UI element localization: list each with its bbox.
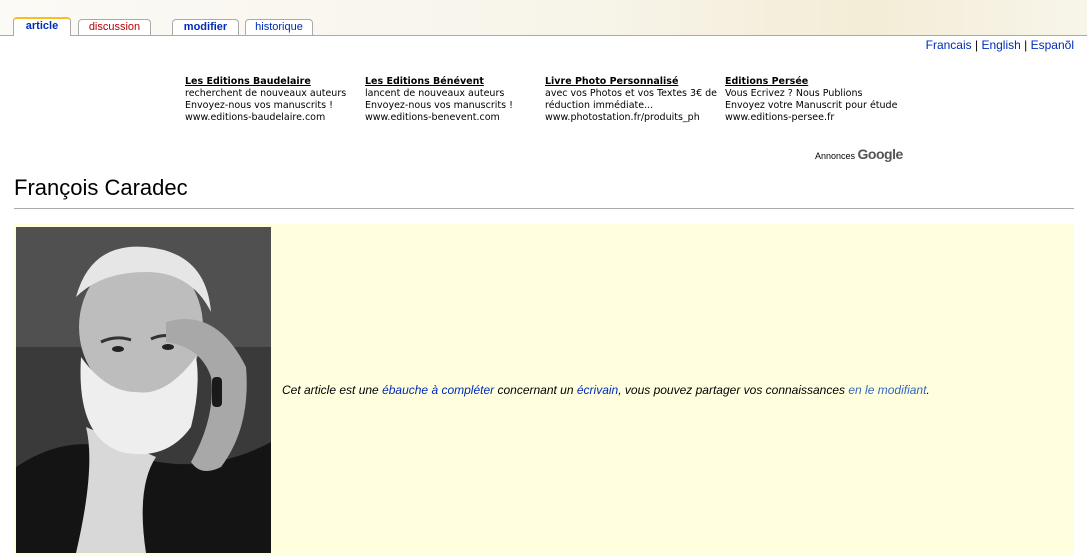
lang-separator: |: [1024, 38, 1028, 52]
ad-item[interactable]: Les Editions Bénévent lancent de nouveau…: [365, 76, 540, 124]
lang-separator: |: [974, 38, 979, 52]
ad-url[interactable]: www.editions-benevent.com: [365, 112, 540, 124]
portrait-illustration: [16, 227, 271, 553]
tabs-baseline: [0, 35, 1087, 36]
ad-title[interactable]: Livre Photo Personnalisé: [545, 76, 720, 88]
lang-link-francais[interactable]: Francais: [926, 38, 972, 52]
stub-link-modifier[interactable]: en le modifiant: [848, 383, 926, 397]
ad-text: Vous Ecrivez ? Nous Publions Envoyez vot…: [725, 88, 898, 111]
tab-modifier[interactable]: modifier: [172, 19, 239, 35]
author-portrait-image[interactable]: [16, 227, 271, 553]
lang-link-espanol[interactable]: Espanõl: [1031, 38, 1074, 52]
ad-text: avec vos Photos et vos Textes 3€ de rédu…: [545, 88, 718, 111]
stub-text-part: .: [926, 383, 930, 397]
page-title: François Caradec: [14, 175, 188, 200]
ad-url[interactable]: www.photostation.fr/produits_ph: [545, 112, 720, 124]
lang-link-english[interactable]: English: [981, 38, 1020, 52]
ad-title[interactable]: Les Editions Baudelaire: [185, 76, 360, 88]
stub-text-part: , vous pouvez partager vos connaissances: [618, 383, 849, 397]
stub-text-part: Cet article est une: [282, 383, 383, 397]
ad-title[interactable]: Les Editions Bénévent: [365, 76, 540, 88]
stub-link-ebauche[interactable]: ébauche à compléter: [382, 383, 494, 397]
ad-text: recherchent de nouveaux auteurs Envoyez-…: [185, 88, 347, 111]
ad-item[interactable]: Livre Photo Personnalisé avec vos Photos…: [545, 76, 720, 124]
ad-text: lancent de nouveaux auteurs Envoyez-nous…: [365, 88, 513, 111]
top-bar: [0, 0, 1087, 35]
language-links: Francais | English | Espanõl: [926, 38, 1074, 52]
ads-by-google-label[interactable]: Annonces Google: [815, 146, 903, 162]
ad-title[interactable]: Editions Persée: [725, 76, 900, 88]
ad-item[interactable]: Editions Persée Vous Ecrivez ? Nous Publ…: [725, 76, 900, 124]
ad-item[interactable]: Les Editions Baudelaire recherchent de n…: [185, 76, 360, 124]
tab-historique[interactable]: historique: [245, 19, 313, 35]
annonces-label: Annonces: [815, 151, 856, 161]
stub-text-part: concernant un: [494, 383, 577, 397]
google-logo: Google: [857, 146, 904, 162]
ad-url[interactable]: www.editions-baudelaire.com: [185, 112, 360, 124]
stub-notice-text: Cet article est une ébauche à compléter …: [282, 383, 930, 397]
tab-discussion[interactable]: discussion: [78, 19, 151, 35]
title-divider: [14, 208, 1074, 209]
tab-article[interactable]: article: [13, 17, 71, 36]
stub-link-ecrivain[interactable]: écrivain: [577, 383, 618, 397]
ad-url[interactable]: www.editions-persee.fr: [725, 112, 900, 124]
